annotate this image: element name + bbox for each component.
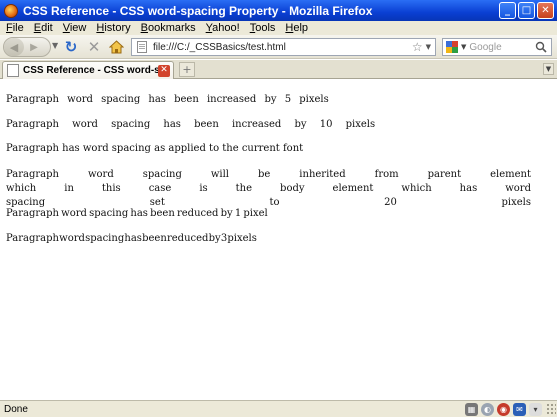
home-button[interactable]	[108, 38, 125, 55]
back-button[interactable]: ◀	[4, 38, 24, 56]
stop-button[interactable]: ✕	[86, 37, 102, 56]
menu-tools[interactable]: Tools	[245, 22, 281, 34]
menu-help[interactable]: Help	[280, 22, 313, 34]
menu-edit[interactable]: Edit	[29, 22, 58, 34]
back-arrow-icon: ◀	[9, 40, 19, 54]
page-icon	[137, 41, 147, 53]
firefox-logo-icon	[4, 3, 18, 18]
navigation-toolbar: ◀ ▶ ▼ ↻ ✕ file:///C:/_CSSBasics/test.htm…	[0, 35, 557, 59]
addon-bar-icon[interactable]: ▦	[465, 402, 478, 416]
tab-strip: CSS Reference - CSS word-spacin... ✕ + ▼	[0, 60, 557, 79]
url-text[interactable]: file:///C:/_CSSBasics/test.html	[153, 42, 412, 53]
history-dropdown-icon[interactable]: ▼	[52, 41, 58, 50]
paragraph-spacing-minus-3px: Paragraph word spacing has been reduced …	[6, 233, 257, 244]
dropdown-icon[interactable]: ▾	[529, 402, 542, 416]
search-box[interactable]: ▼ Google	[442, 38, 552, 56]
address-bar[interactable]: file:///C:/_CSSBasics/test.html ☆ ▼	[131, 38, 436, 56]
menu-history[interactable]: History	[91, 22, 135, 34]
status-bar: Done ▦ ◐ ◉ ✉ ▾	[0, 400, 557, 417]
shield-icon[interactable]: ◐	[481, 402, 494, 416]
menu-bookmarks[interactable]: Bookmarks	[136, 22, 201, 34]
close-window-button[interactable]: ✕	[537, 2, 554, 19]
menu-bar: File Edit View History Bookmarks Yahoo! …	[0, 21, 557, 35]
reload-icon: ↻	[64, 37, 78, 56]
close-tab-button[interactable]: ✕	[158, 64, 170, 77]
paragraph-spacing-inherited: Paragraph word spacing will be inherited…	[6, 169, 531, 208]
page-content: Paragraph word spacing has been increase…	[0, 80, 557, 400]
plus-icon: +	[182, 63, 192, 76]
minimize-button[interactable]: _	[499, 2, 516, 19]
paragraph-spacing-5px: Paragraph word spacing has been increase…	[6, 94, 329, 105]
menu-view[interactable]: View	[58, 22, 92, 34]
maximize-button[interactable]: □	[518, 2, 535, 19]
status-text: Done	[4, 403, 28, 415]
engine-dropdown-icon[interactable]: ▼	[461, 43, 466, 51]
chevron-down-icon: ▼	[545, 65, 552, 73]
google-logo-icon[interactable]	[446, 40, 459, 54]
stop-icon: ✕	[87, 37, 101, 56]
menu-file[interactable]: File	[1, 22, 29, 34]
resize-grip[interactable]	[546, 403, 556, 415]
menu-yahoo[interactable]: Yahoo!	[201, 22, 245, 34]
tab-active[interactable]: CSS Reference - CSS word-spacin... ✕	[2, 61, 174, 79]
back-forward-group: ◀ ▶	[3, 37, 51, 57]
search-input[interactable]: Google	[469, 42, 534, 53]
adblock-icon[interactable]: ◉	[497, 402, 510, 416]
tab-title: CSS Reference - CSS word-spacin...	[23, 65, 158, 76]
url-dropdown-icon[interactable]: ▼	[426, 43, 431, 51]
paragraph-spacing-normal: Paragraph has word spacing as applied to…	[6, 143, 304, 154]
home-icon	[109, 39, 124, 53]
forward-button[interactable]: ▶	[24, 38, 44, 56]
title-bar: CSS Reference - CSS word-spacing Propert…	[0, 0, 557, 21]
search-icon[interactable]	[534, 40, 548, 54]
paragraph-spacing-minus-1px: Paragraph word spacing has been reduced …	[6, 208, 268, 219]
status-icons: ▦ ◐ ◉ ✉ ▾	[465, 402, 542, 416]
mail-icon[interactable]: ✉	[513, 402, 526, 416]
bookmark-star-icon[interactable]: ☆	[412, 40, 423, 54]
paragraph-spacing-10px: Paragraph word spacing has been increase…	[6, 119, 376, 130]
tab-list-button[interactable]: ▼	[543, 63, 554, 75]
window-controls: _ □ ✕	[499, 2, 554, 19]
new-tab-button[interactable]: +	[179, 62, 195, 77]
window-title: CSS Reference - CSS word-spacing Propert…	[23, 3, 373, 18]
forward-arrow-icon: ▶	[30, 41, 38, 53]
page-icon	[7, 64, 19, 77]
reload-button[interactable]: ↻	[63, 37, 79, 56]
